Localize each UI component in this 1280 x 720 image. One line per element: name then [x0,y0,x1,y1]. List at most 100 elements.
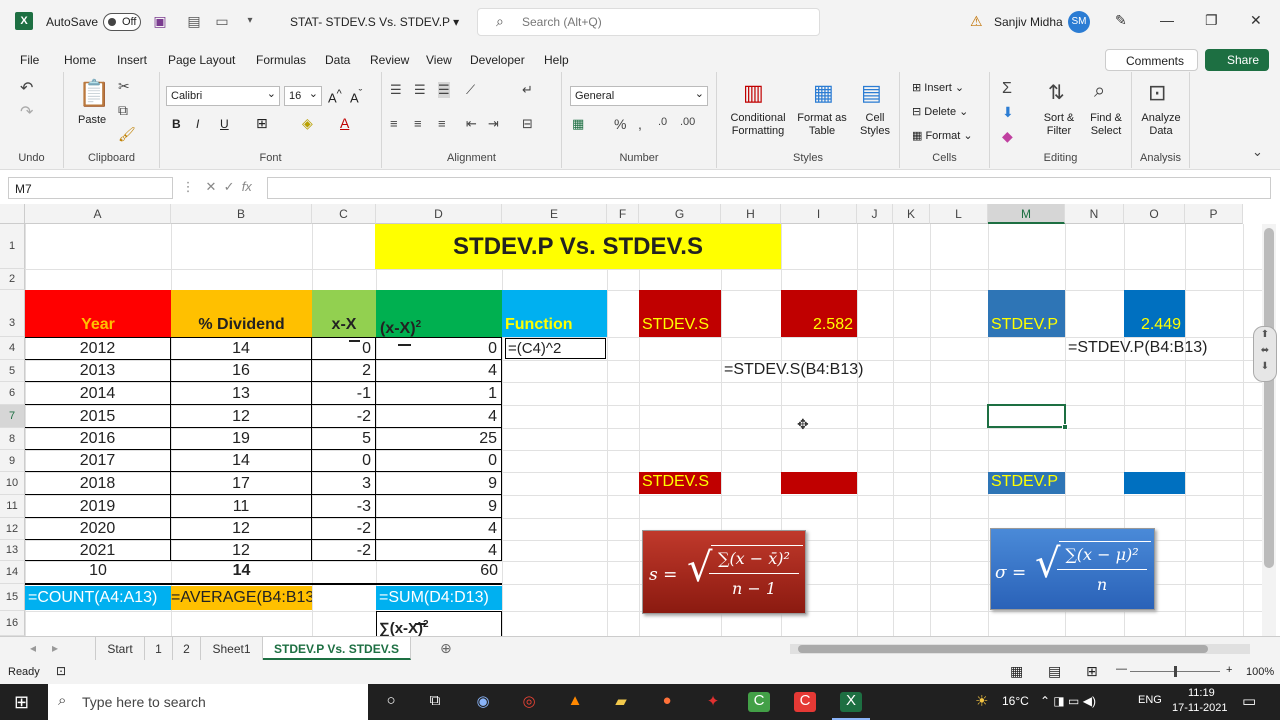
column-header-o[interactable]: O [1124,204,1185,224]
data-deviation-squared[interactable]: 9 [376,495,502,518]
find-select-button[interactable]: Find & Select [1086,112,1126,138]
row-header-11[interactable]: 11 [0,495,25,518]
format-cells-button[interactable]: ▦ Format ⌄ [912,130,973,143]
align-left-icon[interactable]: ≡ [390,116,398,131]
data-deviation-squared[interactable]: 4 [376,518,502,540]
comma-style-icon[interactable]: , [638,116,642,132]
temperature[interactable]: 16°C [1002,694,1029,708]
data-deviation-squared[interactable]: 0 [376,450,502,472]
sheet-title[interactable]: STDEV.P Vs. STDEV.S [375,224,781,269]
row-header-13[interactable]: 13 [0,540,25,561]
column-header-p[interactable]: P [1185,204,1243,224]
data-deviation[interactable]: -2 [312,518,376,540]
sum-label[interactable]: ∑(x-X)2 [376,611,502,636]
vertical-scroll-thumb[interactable] [1264,228,1274,568]
name-box[interactable]: M7 [8,177,173,199]
data-dividend[interactable]: 12 [171,540,312,561]
stdev-p-label-2[interactable]: STDEV.P [988,472,1065,494]
menu-data[interactable]: Data [325,53,350,67]
menu-review[interactable]: Review [370,53,409,67]
data-dividend[interactable]: 19 [171,428,312,450]
stdev-p-label[interactable]: STDEV.P [988,290,1065,337]
data-deviation[interactable]: -3 [312,495,376,518]
number-format-select[interactable]: General [570,86,708,106]
stdev-s-label-2[interactable]: STDEV.S [639,472,721,494]
bold-icon[interactable]: B [172,118,181,131]
data-year[interactable]: 2016 [25,428,171,450]
data-dividend[interactable]: 13 [171,382,312,405]
total-average[interactable]: 14 [171,561,312,583]
user-name[interactable]: Sanjiv Midha [994,15,1063,29]
menu-page-layout[interactable]: Page Layout [168,53,235,67]
stdev-p-value[interactable]: 2.449 [1124,290,1185,337]
data-deviation-squared[interactable]: 4 [376,405,502,428]
align-top-icon[interactable]: ☰ [390,82,402,98]
header-deviation-squared[interactable]: (x-X) 2 [376,290,502,347]
autosave-toggle[interactable]: Off [103,13,141,31]
autosum-icon[interactable]: Σ [1002,80,1012,98]
clear-icon[interactable]: ◆ [1002,128,1013,145]
header-function[interactable]: Function [502,290,607,337]
column-header-i[interactable]: I [781,204,857,224]
collapse-ribbon-icon[interactable]: ⌄ [1252,144,1263,160]
data-year[interactable]: 2021 [25,540,171,561]
menu-file[interactable]: File [20,53,39,67]
analyze-data-button[interactable]: Analyze Data [1138,112,1184,138]
fill-color-icon[interactable]: ◈ [302,116,313,130]
row-header-9[interactable]: 9 [0,450,25,472]
font-color-icon[interactable]: A [340,116,349,130]
accessibility-icon[interactable]: ⊡ [56,664,66,678]
copy-icon[interactable]: ⧉ [118,102,128,119]
data-dividend[interactable]: 14 [171,337,312,360]
file-explorer-icon[interactable]: ▰ [610,692,632,712]
redo-icon[interactable]: ↷ [20,102,33,122]
row-header-5[interactable]: 5 [0,360,25,382]
tab-sheet1[interactable]: Sheet1 [201,637,263,660]
cut-icon[interactable]: ✂ [118,78,130,95]
menu-formulas[interactable]: Formulas [256,53,306,67]
font-name-select[interactable]: Calibri [166,86,280,106]
taskbar-search[interactable]: ⌕ Type here to search [48,684,368,720]
menu-help[interactable]: Help [544,53,569,67]
align-right-icon[interactable]: ≡ [438,116,446,131]
warning-icon[interactable]: ⚠ [970,13,983,30]
formula-e4[interactable]: =(C4)^2 [505,338,606,359]
cell-styles-button[interactable]: Cell Styles [857,112,893,138]
data-deviation-squared[interactable]: 9 [376,472,502,495]
total-count[interactable]: 10 [25,561,171,583]
add-sheet-icon[interactable]: ⊕ [440,640,452,657]
pen-icon[interactable]: ✎ [1115,12,1127,29]
format-painter-icon[interactable]: 🖌 [118,126,136,143]
paste-button[interactable]: Paste [78,114,106,127]
camera-icon[interactable]: ▭ [214,13,230,29]
data-year[interactable]: 2018 [25,472,171,495]
data-deviation-squared[interactable]: 4 [376,540,502,561]
data-deviation-squared[interactable]: 4 [376,360,502,382]
data-year[interactable]: 2020 [25,518,171,540]
data-year[interactable]: 2019 [25,495,171,518]
data-year[interactable]: 2012 [25,337,171,360]
data-deviation[interactable]: -2 [312,540,376,561]
paste-icon[interactable]: 📋 [78,78,110,109]
fx-icon[interactable]: fx [242,179,252,194]
row-header-1[interactable]: 1 [0,224,25,269]
vertical-scrollbar[interactable] [1262,224,1276,636]
avatar[interactable]: SM [1068,11,1090,33]
menu-home[interactable]: Home [64,53,97,75]
column-header-a[interactable]: A [25,204,171,224]
data-deviation-squared[interactable]: 0 [376,337,502,360]
formula-average[interactable]: =AVERAGE(B4:B13) [171,586,312,610]
row-header-2[interactable]: 2 [0,269,25,290]
search-box[interactable]: ⌕ Search (Alt+Q) [477,8,820,36]
data-year[interactable]: 2017 [25,450,171,472]
data-deviation-squared[interactable]: 1 [376,382,502,405]
column-header-g[interactable]: G [639,204,721,224]
formula-count[interactable]: =COUNT(A4:A13) [25,586,171,610]
column-header-j[interactable]: J [857,204,893,224]
stdev-s-label[interactable]: STDEV.S [639,290,721,337]
fill-icon[interactable]: ⬇ [1002,104,1014,121]
stdev-p-formula-text[interactable]: =STDEV.P(B4:B13) [1068,338,1207,360]
column-header-k[interactable]: K [893,204,930,224]
data-dividend[interactable]: 17 [171,472,312,495]
restore-icon[interactable]: ❐ [1205,12,1218,29]
